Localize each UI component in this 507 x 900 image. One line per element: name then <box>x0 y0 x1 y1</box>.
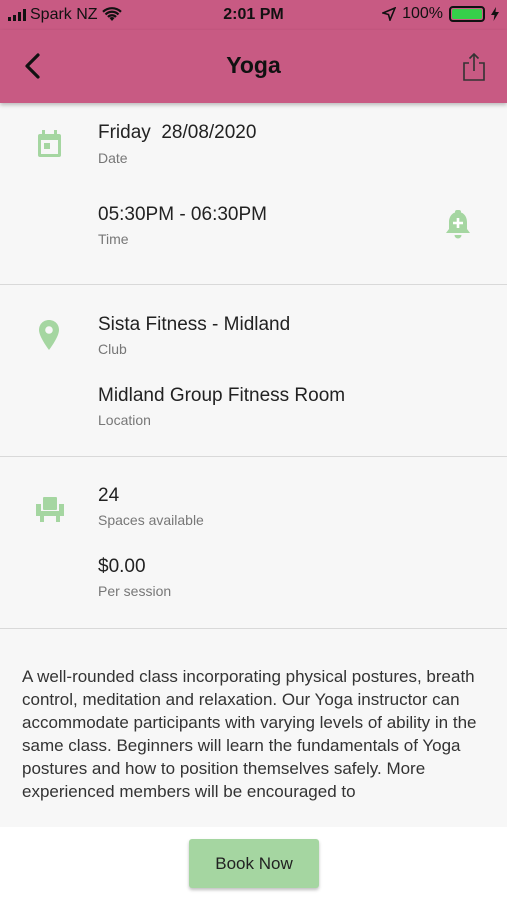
battery-percent: 100% <box>402 5 443 22</box>
schedule-section: Friday 28/08/2020 Date 05:30PM - 06:30PM… <box>0 103 507 285</box>
battery-icon <box>449 6 485 22</box>
time-value: 05:30PM - 06:30PM <box>98 204 267 225</box>
bell-plus-icon <box>446 210 470 239</box>
location-pin-icon <box>39 320 59 350</box>
seat-icon <box>36 497 64 522</box>
club-value: Sista Fitness - Midland <box>98 314 291 335</box>
venue-section: Sista Fitness - Midland Club Midland Gro… <box>0 285 507 457</box>
date-label: Date <box>98 150 128 166</box>
date-value: Friday 28/08/2020 <box>98 122 257 143</box>
club-label: Club <box>98 341 127 357</box>
book-now-button[interactable]: Book Now <box>189 839 319 888</box>
time-label: Time <box>98 231 129 247</box>
share-button[interactable] <box>461 52 487 82</box>
location-value: Midland Group Fitness Room <box>98 385 346 406</box>
spaces-value: 24 <box>98 485 120 506</box>
add-reminder-button[interactable] <box>444 209 472 239</box>
location-label: Location <box>98 412 151 428</box>
charging-bolt-icon <box>491 7 499 21</box>
share-icon <box>463 52 485 81</box>
capacity-section: 24 Spaces available $0.00 Per session <box>0 457 507 629</box>
class-description: A well-rounded class incorporating physi… <box>22 667 477 801</box>
app-bar: Yoga <box>0 30 507 103</box>
calendar-icon <box>38 130 61 157</box>
spaces-label: Spaces available <box>98 512 204 528</box>
price-value: $0.00 <box>98 556 146 577</box>
status-bar: Spark NZ 2:01 PM 100% <box>0 0 507 30</box>
price-label: Per session <box>98 583 172 599</box>
page-title: Yoga <box>226 52 281 78</box>
bottom-action-bar: Book Now <box>0 827 507 900</box>
location-arrow-icon <box>382 7 397 21</box>
class-details: Friday 28/08/2020 Date 05:30PM - 06:30PM… <box>0 103 507 827</box>
